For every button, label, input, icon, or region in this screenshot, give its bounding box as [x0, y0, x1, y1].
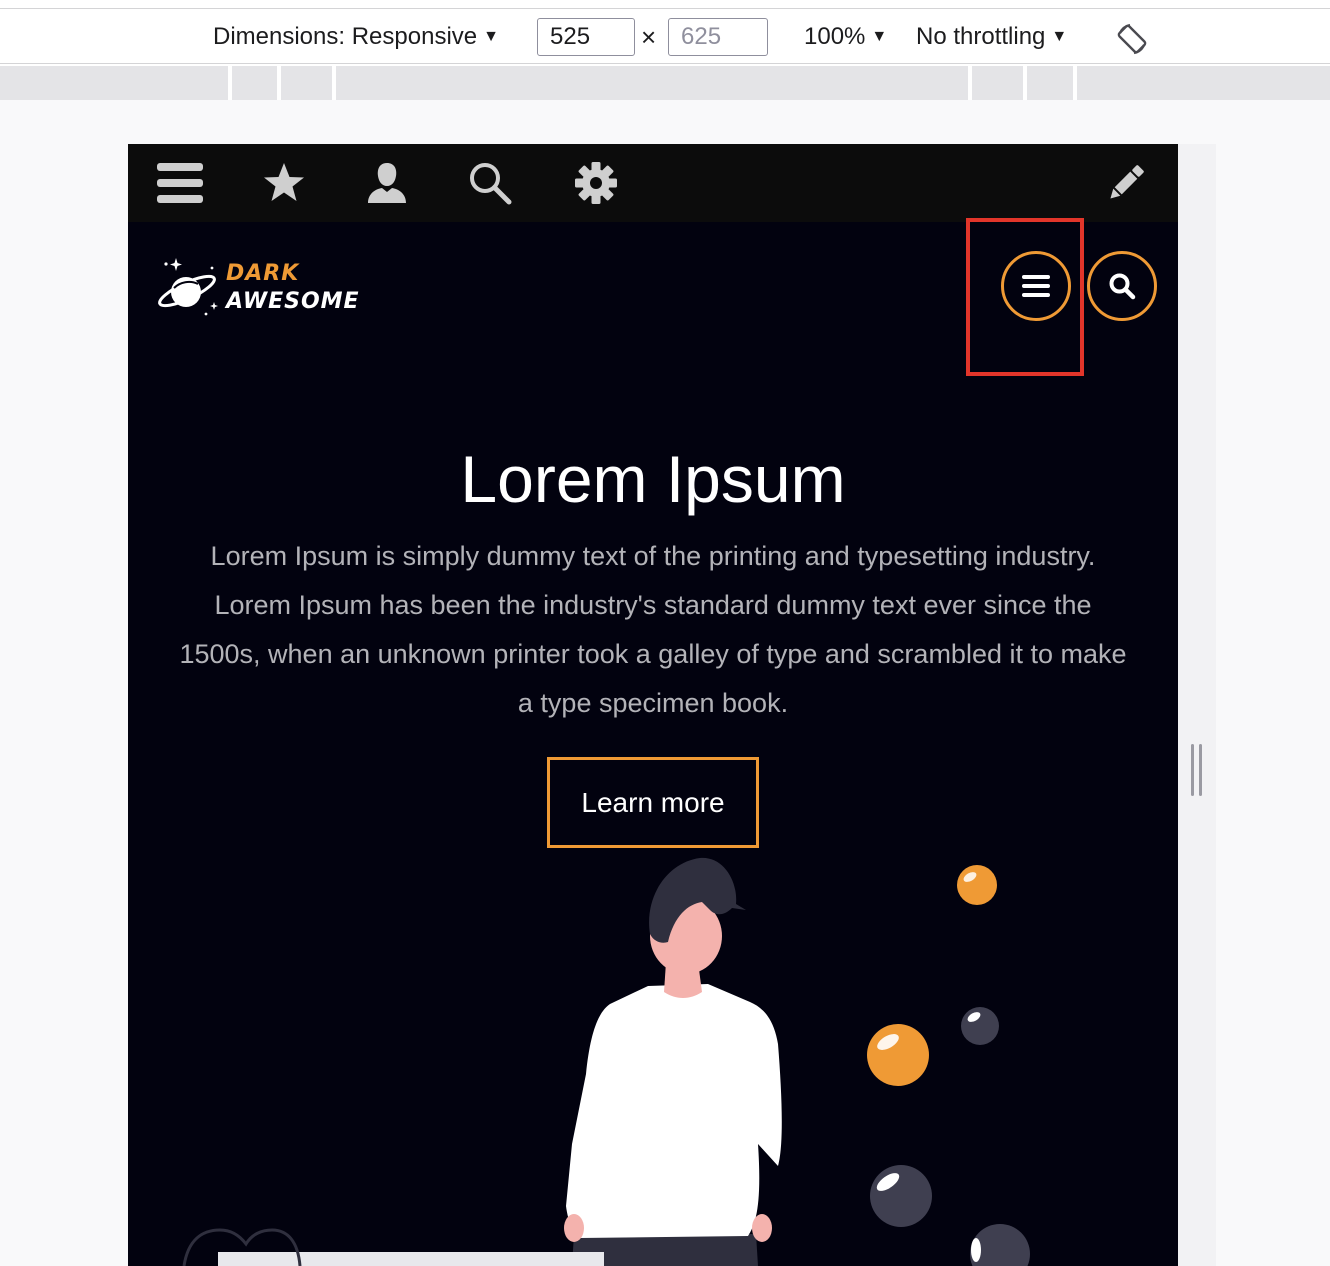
- admin-shortcuts-button[interactable]: [259, 158, 309, 208]
- search-icon: [1109, 273, 1136, 300]
- zoom-label: 100%: [804, 23, 866, 50]
- viewport-height-input[interactable]: 625: [668, 18, 768, 56]
- learn-more-button[interactable]: Learn more: [547, 757, 759, 848]
- viewport-width-value: 525: [550, 23, 591, 50]
- pencil-icon: [1110, 165, 1144, 199]
- dimensions-label: Dimensions: Responsive: [213, 23, 478, 50]
- person-figure: [182, 857, 782, 1266]
- dimensions-caret-icon: ▼: [483, 28, 499, 45]
- admin-edit-button[interactable]: [1101, 158, 1151, 208]
- admin-search-button[interactable]: [465, 158, 515, 208]
- viewport-resize-handle[interactable]: [1191, 744, 1203, 796]
- admin-menu-button[interactable]: [155, 158, 205, 208]
- times-symbol: ×: [641, 21, 657, 52]
- zoom-caret-icon: ▼: [871, 28, 888, 45]
- viewport-height-placeholder: 625: [681, 23, 722, 50]
- planet-logo-icon: [158, 258, 218, 316]
- hamburger-icon: [157, 163, 203, 203]
- hero-title: Lorem Ipsum: [460, 442, 846, 516]
- throttling-dropdown[interactable]: No throttling ▼: [916, 9, 1067, 65]
- bubble-gray-small: [961, 1007, 999, 1045]
- responsive-design-toolbar: Dimensions: Responsive ▼ 525 × 625 100% …: [0, 8, 1330, 64]
- search-icon: [470, 163, 512, 205]
- ruler-tick: [332, 66, 336, 100]
- logo-line-2: AWESOME: [226, 289, 360, 314]
- hero-section: Lorem Ipsum Lorem Ipsum is simply dummy …: [128, 434, 1178, 848]
- dimensions-dropdown[interactable]: Dimensions: Responsive ▼: [213, 9, 499, 65]
- star-icon: [264, 163, 304, 201]
- bubble-orange-small: [957, 865, 997, 905]
- gear-icon: [575, 162, 617, 204]
- ruler-tick: [968, 66, 972, 100]
- admin-user-button[interactable]: [362, 158, 412, 208]
- resize-grip-line: [1199, 744, 1202, 796]
- throttling-caret-icon: ▼: [1051, 28, 1068, 45]
- viewport-ruler: [0, 66, 1330, 100]
- ruler-tick: [228, 66, 232, 100]
- highlight-annotation-box: [966, 218, 1084, 376]
- zoom-dropdown[interactable]: 100% ▼: [804, 9, 887, 65]
- rotate-viewport-button[interactable]: [1112, 21, 1152, 57]
- throttling-label: No throttling: [916, 23, 1046, 50]
- site-search-button[interactable]: [1087, 251, 1157, 321]
- emulated-website: DARK AWESOME Lorem Ipsum Lorem Ipsum is …: [128, 144, 1178, 1266]
- user-icon: [368, 163, 406, 203]
- logo-line-1: DARK: [226, 261, 300, 286]
- ruler-tick: [277, 66, 281, 100]
- ruler-tick: [1073, 66, 1077, 100]
- rotate-icon: [1117, 23, 1147, 55]
- ruler-tick: [1023, 66, 1027, 100]
- viewport-width-input[interactable]: 525: [537, 18, 635, 56]
- logo-wordmark: DARK AWESOME: [226, 260, 360, 316]
- bubble-gray-large: [870, 1165, 932, 1227]
- hero-illustration: [182, 857, 1030, 1266]
- site-logo[interactable]: DARK AWESOME: [156, 258, 396, 322]
- bubble-gray-bottom: [970, 1224, 1030, 1266]
- resize-grip-line: [1191, 744, 1194, 796]
- hero-description: Lorem Ipsum is simply dummy text of the …: [179, 541, 1127, 718]
- admin-settings-button[interactable]: [571, 158, 621, 208]
- admin-toolbar: [128, 144, 1178, 222]
- bubble-orange-large: [867, 1024, 929, 1086]
- viewport-gutter: [1178, 144, 1216, 1266]
